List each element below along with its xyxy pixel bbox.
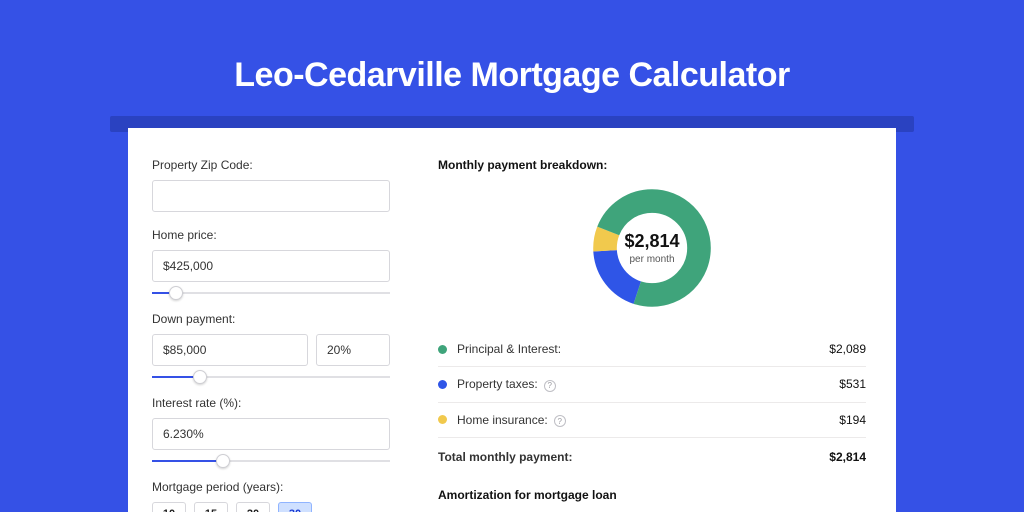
legend-row: Property taxes:?$531	[438, 367, 866, 403]
breakdown-legend: Principal & Interest:$2,089Property taxe…	[438, 332, 866, 438]
down-payment-label: Down payment:	[152, 312, 408, 326]
home-price-label: Home price:	[152, 228, 408, 242]
mortgage-period-group: 10 15 20 30	[152, 502, 408, 512]
legend-row: Principal & Interest:$2,089	[438, 332, 866, 367]
home-price-slider[interactable]	[152, 286, 390, 300]
inputs-column: Property Zip Code: Home price: Down paym…	[128, 128, 408, 512]
interest-rate-input[interactable]	[152, 418, 390, 450]
page-title: Leo-Cedarville Mortgage Calculator	[0, 0, 1024, 119]
down-payment-percent-input[interactable]	[316, 334, 390, 366]
period-option-30[interactable]: 30	[278, 502, 312, 512]
mortgage-period-label: Mortgage period (years):	[152, 480, 408, 494]
info-icon[interactable]: ?	[554, 415, 566, 427]
period-option-20[interactable]: 20	[236, 502, 270, 512]
legend-swatch	[438, 345, 447, 354]
breakdown-title: Monthly payment breakdown:	[438, 158, 866, 172]
calculator-panel: Property Zip Code: Home price: Down paym…	[128, 128, 896, 512]
legend-value: $531	[839, 377, 866, 391]
period-option-15[interactable]: 15	[194, 502, 228, 512]
legend-label: Property taxes:?	[457, 377, 839, 392]
info-icon[interactable]: ?	[544, 380, 556, 392]
legend-swatch	[438, 415, 447, 424]
interest-rate-slider[interactable]	[152, 454, 390, 468]
down-payment-slider[interactable]	[152, 370, 390, 384]
legend-value: $2,089	[829, 342, 866, 356]
donut-center-amount: $2,814	[624, 231, 679, 252]
total-label: Total monthly payment:	[438, 450, 829, 464]
legend-row: Home insurance:?$194	[438, 403, 866, 439]
total-value: $2,814	[829, 450, 866, 464]
legend-label: Home insurance:?	[457, 413, 839, 428]
breakdown-column: Monthly payment breakdown: $2,814 per mo…	[408, 128, 896, 512]
donut-center-sub: per month	[629, 254, 674, 265]
donut-chart: $2,814 per month	[438, 182, 866, 324]
interest-rate-label: Interest rate (%):	[152, 396, 408, 410]
legend-swatch	[438, 380, 447, 389]
amortization-title: Amortization for mortgage loan	[438, 488, 866, 502]
zip-input[interactable]	[152, 180, 390, 212]
down-payment-amount-input[interactable]	[152, 334, 308, 366]
legend-label: Principal & Interest:	[457, 342, 829, 356]
home-price-input[interactable]	[152, 250, 390, 282]
legend-value: $194	[839, 413, 866, 427]
zip-label: Property Zip Code:	[152, 158, 408, 172]
period-option-10[interactable]: 10	[152, 502, 186, 512]
